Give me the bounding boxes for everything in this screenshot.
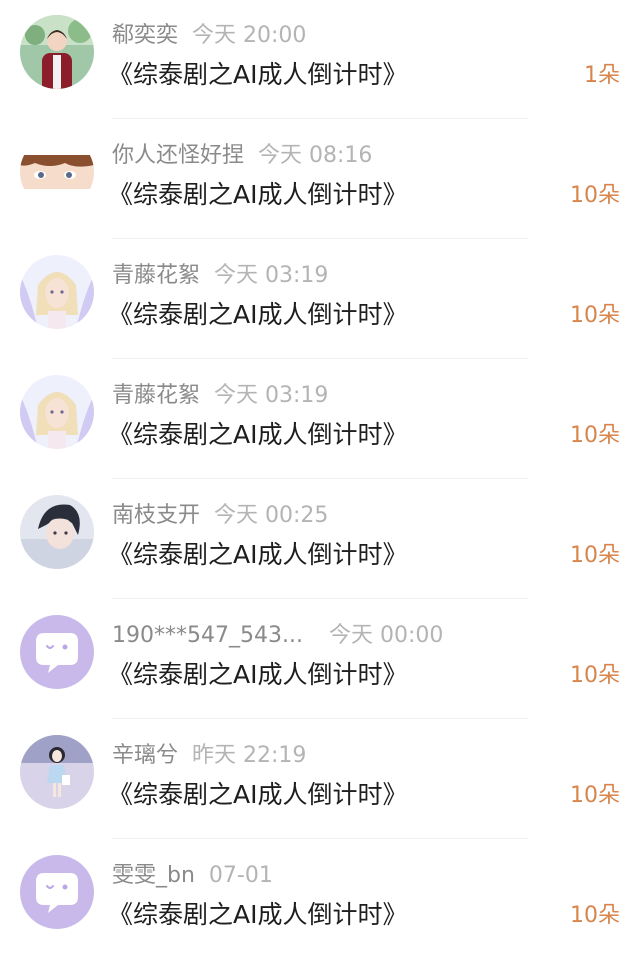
divider — [112, 478, 528, 479]
user-name[interactable]: 辛璃兮 — [112, 743, 178, 768]
divider — [112, 718, 528, 719]
divider — [112, 838, 528, 839]
gift-record-list: 郗奕奕 今天 20:00 《综泰剧之AI成人倒计时》 1朵 你人还怪好捏 今天 08… — [0, 0, 640, 961]
book-title[interactable]: 《综泰剧之AI成人倒计时》 — [108, 417, 407, 453]
list-item[interactable]: 青藤花絮 今天 03:19 《综泰剧之AI成人倒计时》 10朵 — [0, 240, 640, 360]
divider — [112, 358, 528, 359]
book-title[interactable]: 《综泰剧之AI成人倒计时》 — [108, 777, 407, 813]
user-name[interactable]: 郗奕奕 — [112, 23, 178, 48]
book-title[interactable]: 《综泰剧之AI成人倒计时》 — [108, 537, 407, 573]
meta-line: 辛璃兮 昨天 22:19 — [112, 740, 306, 772]
meta-line: 郗奕奕 今天 20:00 — [112, 20, 306, 52]
timestamp: 07-01 — [208, 863, 273, 888]
meta-line: 190***547_543... 今天 00:00 — [112, 620, 443, 652]
book-title[interactable]: 《综泰剧之AI成人倒计时》 — [108, 897, 407, 933]
list-item[interactable]: 雯雯_bn 07-01 《综泰剧之AI成人倒计时》 10朵 — [0, 840, 640, 960]
gift-count: 1朵 — [584, 63, 620, 88]
book-title[interactable]: 《综泰剧之AI成人倒计时》 — [108, 297, 407, 333]
gift-count: 10朵 — [570, 663, 620, 688]
list-item[interactable]: 郗奕奕 今天 20:00 《综泰剧之AI成人倒计时》 1朵 — [0, 0, 640, 120]
meta-line: 雯雯_bn 07-01 — [112, 860, 273, 892]
timestamp: 今天 08:16 — [258, 143, 373, 168]
timestamp: 今天 00:25 — [214, 503, 329, 528]
divider — [112, 238, 528, 239]
user-name[interactable]: 南枝支开 — [112, 503, 200, 528]
meta-line: 青藤花絮 今天 03:19 — [112, 380, 328, 412]
gift-count: 10朵 — [570, 783, 620, 808]
gift-count: 10朵 — [570, 543, 620, 568]
default-chat-bubble-avatar[interactable] — [20, 855, 94, 929]
list-item[interactable]: 你人还怪好捏 今天 08:16 《综泰剧之AI成人倒计时》 10朵 — [0, 120, 640, 240]
divider — [112, 118, 528, 119]
list-item[interactable]: 南枝支开 今天 00:25 《综泰剧之AI成人倒计时》 10朵 — [0, 480, 640, 600]
fairy-avatar[interactable] — [20, 255, 94, 329]
meta-line: 青藤花絮 今天 03:19 — [112, 260, 328, 292]
gift-count: 10朵 — [570, 303, 620, 328]
list-item[interactable]: 青藤花絮 今天 03:19 《综泰剧之AI成人倒计时》 10朵 — [0, 360, 640, 480]
timestamp: 昨天 22:19 — [192, 743, 307, 768]
timestamp: 今天 03:19 — [214, 383, 329, 408]
user-name[interactable]: 190***547_543... — [112, 623, 303, 648]
book-title[interactable]: 《综泰剧之AI成人倒计时》 — [108, 177, 407, 213]
user-name[interactable]: 你人还怪好捏 — [112, 143, 244, 168]
gift-count: 10朵 — [570, 903, 620, 928]
timestamp: 今天 03:19 — [214, 263, 329, 288]
gift-count: 10朵 — [570, 183, 620, 208]
divider — [112, 598, 528, 599]
book-title[interactable]: 《综泰剧之AI成人倒计时》 — [108, 57, 407, 93]
book-title[interactable]: 《综泰剧之AI成人倒计时》 — [108, 657, 407, 693]
list-item[interactable]: 190***547_543... 今天 00:00 《综泰剧之AI成人倒计时》 1… — [0, 600, 640, 720]
girl-illustration-avatar[interactable] — [20, 735, 94, 809]
user-name[interactable]: 青藤花絮 — [112, 263, 200, 288]
user-name[interactable]: 青藤花絮 — [112, 383, 200, 408]
meta-line: 南枝支开 今天 00:25 — [112, 500, 328, 532]
dark-hair-boy-avatar[interactable] — [20, 495, 94, 569]
timestamp: 今天 20:00 — [192, 23, 307, 48]
user-name[interactable]: 雯雯_bn — [112, 863, 195, 888]
gift-count: 10朵 — [570, 423, 620, 448]
meta-line: 你人还怪好捏 今天 08:16 — [112, 140, 372, 172]
fairy-avatar[interactable] — [20, 375, 94, 449]
default-chat-bubble-avatar[interactable] — [20, 615, 94, 689]
list-item[interactable]: 辛璃兮 昨天 22:19 《综泰剧之AI成人倒计时》 10朵 — [0, 720, 640, 840]
user-photo-avatar[interactable] — [20, 15, 94, 89]
anime-boy-avatar[interactable] — [20, 135, 94, 209]
timestamp: 今天 00:00 — [328, 623, 444, 648]
